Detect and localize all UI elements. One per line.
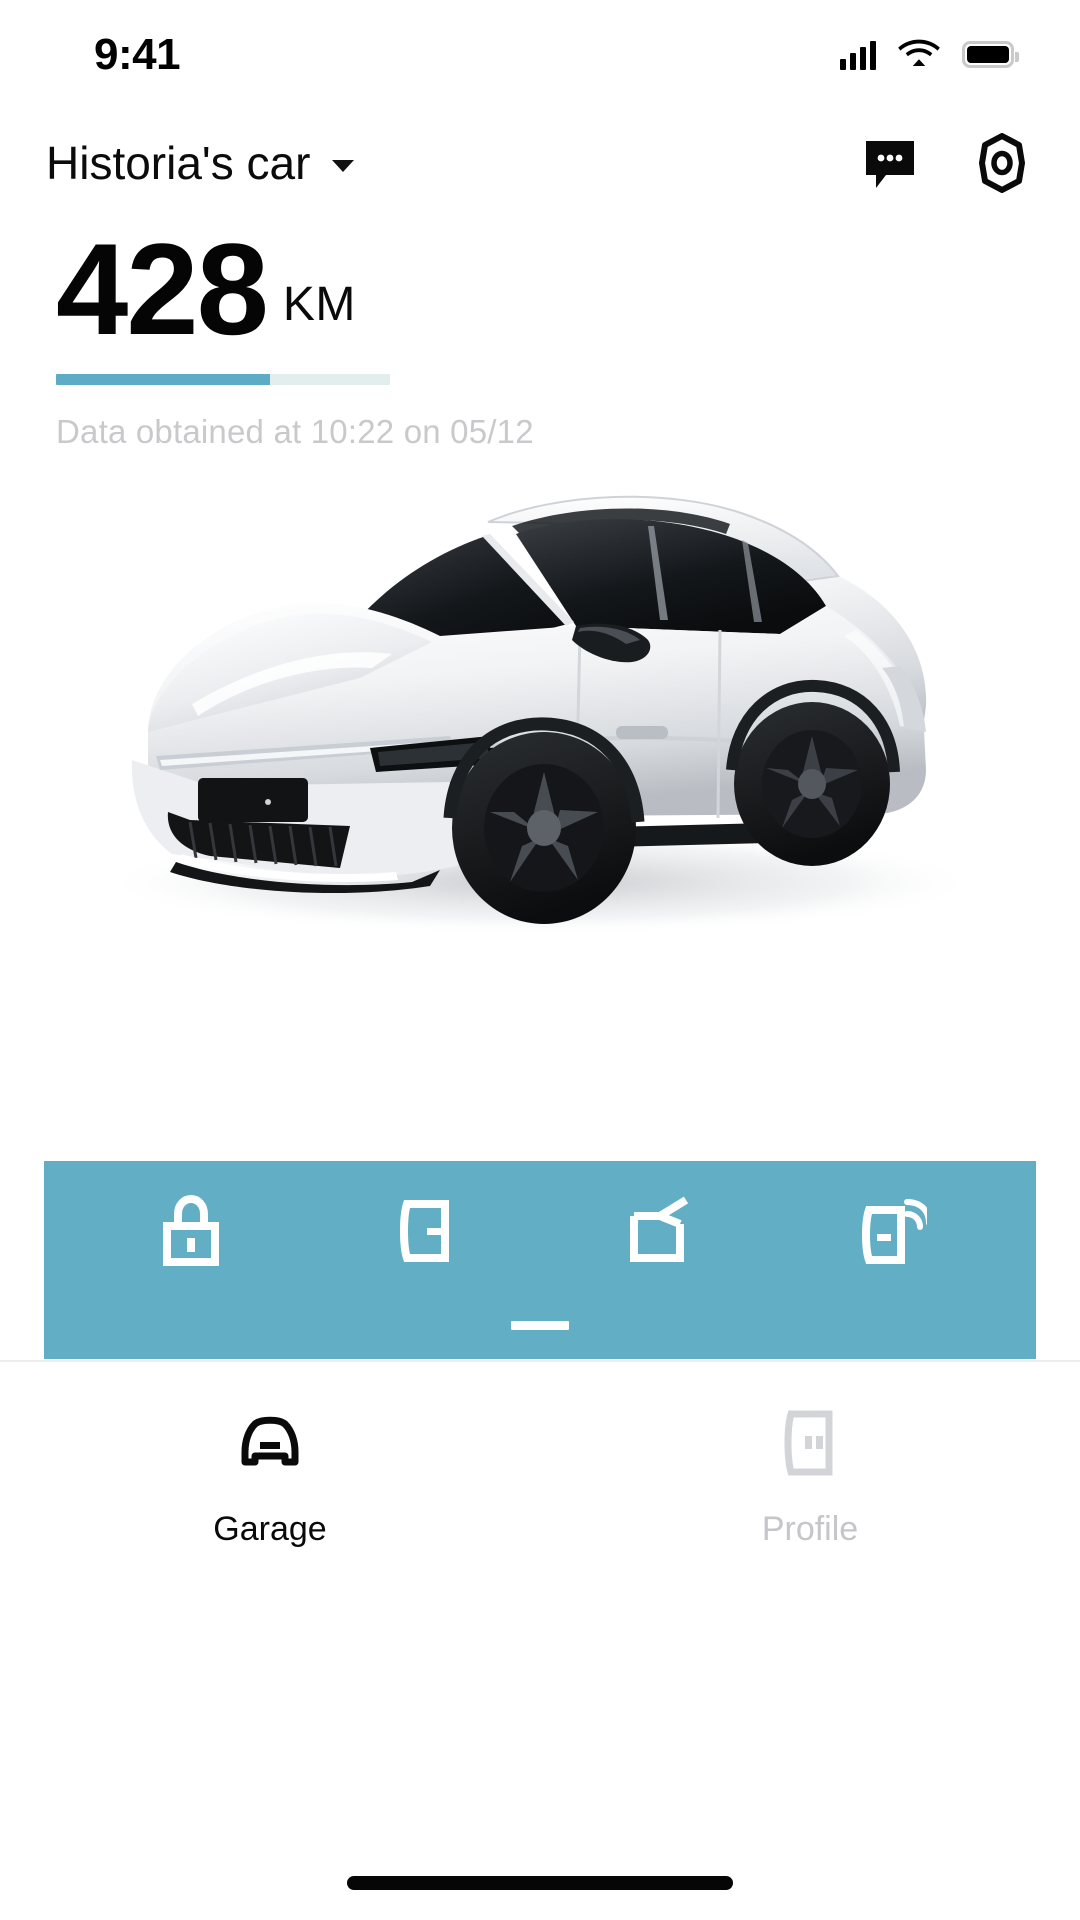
remote-button[interactable] xyxy=(830,1176,950,1286)
nav-profile[interactable]: Profile xyxy=(540,1362,1080,1920)
battery-progress-fill xyxy=(56,374,270,386)
profile-card-icon xyxy=(773,1406,847,1480)
car-front-icon xyxy=(233,1406,307,1480)
range-readout: 428 KM xyxy=(56,216,534,362)
trunk-button[interactable] xyxy=(597,1176,717,1286)
page-dash-indicator[interactable] xyxy=(44,1301,1036,1349)
page-indicator-dash xyxy=(511,1320,569,1330)
battery-full-icon xyxy=(962,41,1019,68)
nav-garage[interactable]: Garage xyxy=(0,1362,540,1920)
vehicle-image xyxy=(0,430,1080,940)
nav-garage-label: Garage xyxy=(213,1510,327,1548)
car-trunk-icon xyxy=(620,1192,694,1270)
home-indicator xyxy=(347,1876,733,1890)
header-actions xyxy=(860,132,1032,193)
phone-signal-remote-icon xyxy=(853,1192,927,1270)
nav-profile-label: Profile xyxy=(761,1510,859,1548)
cellular-signal-icon xyxy=(840,40,876,70)
app-header: Historia's car xyxy=(0,105,1080,220)
app-root: 9:41 Historia's car 428 KM Data obtained… xyxy=(0,0,1080,1920)
car-selector[interactable]: Historia's car xyxy=(46,136,355,189)
quick-actions-row xyxy=(44,1161,1036,1301)
car-name-label: Historia's car xyxy=(46,136,311,189)
wifi-icon xyxy=(898,36,940,73)
bottom-navigation: Garage Profile xyxy=(0,1360,1080,1920)
lock-button[interactable] xyxy=(131,1176,251,1286)
status-icons xyxy=(840,36,1019,73)
car-illustration xyxy=(100,495,980,934)
status-time: 9:41 xyxy=(94,29,181,79)
padlock-icon xyxy=(154,1192,228,1270)
chevron-down-icon xyxy=(332,159,355,172)
range-value: 428 xyxy=(56,216,269,362)
range-block: 428 KM Data obtained at 10:22 on 05/12 xyxy=(56,216,534,451)
message-bubble-icon[interactable] xyxy=(860,133,920,193)
car-door-icon xyxy=(387,1192,461,1270)
range-unit: KM xyxy=(282,278,356,332)
battery-progress-bar xyxy=(56,374,390,386)
door-button[interactable] xyxy=(364,1176,484,1286)
quick-actions-bar xyxy=(44,1161,1036,1359)
service-gear-icon[interactable] xyxy=(972,132,1032,193)
status-bar: 9:41 xyxy=(0,0,1080,105)
